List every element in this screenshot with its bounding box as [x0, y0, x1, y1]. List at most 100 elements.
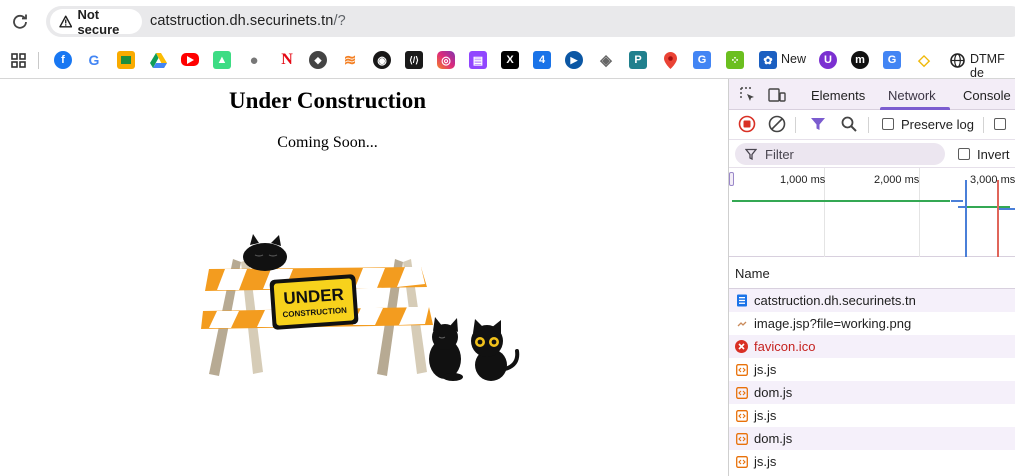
browser-toolbar: Not secure catstruction.dh.securinets.tn… — [0, 0, 1015, 42]
request-row[interactable]: favicon.ico — [729, 335, 1015, 358]
invert-label[interactable]: Invert — [977, 147, 1010, 162]
filter-placeholder: Filter — [765, 146, 794, 162]
youtube-icon[interactable] — [181, 53, 199, 66]
filter-funnel-icon[interactable] — [809, 115, 827, 133]
sitting-cat-left — [429, 317, 463, 381]
request-row[interactable]: dom.js — [729, 427, 1015, 450]
timeline-bar-document — [732, 200, 950, 202]
dice-icon[interactable]: ⁘ — [726, 51, 744, 69]
timeline-handle[interactable] — [729, 172, 734, 186]
request-name: js.js — [754, 362, 777, 377]
filter-row: Filter Invert — [729, 140, 1015, 168]
search-icon[interactable] — [840, 115, 858, 133]
request-row[interactable]: dom.js — [729, 381, 1015, 404]
request-row[interactable]: js.js — [729, 358, 1015, 381]
apple-icon[interactable]: ● — [245, 51, 263, 69]
web-page: Under Construction Coming Soon... UNDER … — [0, 79, 728, 476]
calendar-icon[interactable]: 4 — [533, 51, 551, 69]
request-name: favicon.ico — [754, 339, 816, 354]
load-event-marker — [997, 180, 999, 257]
request-list-header[interactable]: Name — [729, 257, 1015, 289]
x-icon[interactable]: X — [501, 51, 519, 69]
script-icon — [735, 386, 748, 399]
inspect-element-icon[interactable] — [739, 86, 757, 104]
codeforces-icon[interactable]: ⟨/⟩ — [405, 51, 423, 69]
timeline-bar-script-3 — [997, 208, 1015, 210]
bookmark-dtmf-label[interactable]: DTMF de — [970, 52, 1015, 80]
google-drive-icon[interactable] — [149, 51, 167, 69]
script-icon — [735, 409, 748, 422]
request-row[interactable]: image.jsp?file=working.png — [729, 312, 1015, 335]
network-toolbar: Preserve log — [729, 110, 1015, 140]
play-icon[interactable]: ▶ — [565, 51, 583, 69]
error-icon — [735, 340, 748, 353]
disable-cache-checkbox[interactable] — [994, 118, 1006, 130]
warning-icon — [59, 15, 73, 28]
toolbar-separator — [983, 117, 984, 133]
script-icon — [735, 455, 748, 468]
construction-illustration: UNDER CONSTRUCTION — [201, 234, 520, 381]
tab-network[interactable]: Network — [888, 88, 936, 103]
url-host: catstruction.dh.securinets.tn — [150, 13, 334, 29]
record-stop-icon[interactable] — [738, 115, 756, 133]
u-circle-icon[interactable]: U — [819, 51, 837, 69]
bookmark-new-label[interactable]: New — [781, 52, 806, 66]
request-name: catstruction.dh.securinets.tn — [754, 293, 916, 308]
network-timeline[interactable]: 1,000 ms 2,000 ms 3,000 ms — [729, 168, 1015, 257]
address-bar[interactable]: Not secure catstruction.dh.securinets.tn… — [46, 6, 1015, 37]
device-toolbar-icon[interactable] — [768, 86, 786, 104]
page-title: Under Construction — [228, 88, 426, 113]
reload-icon[interactable] — [9, 10, 31, 32]
preserve-log-label[interactable]: Preserve log — [901, 117, 974, 132]
image-request-icon — [735, 317, 748, 330]
binance-icon[interactable]: ◇ — [915, 51, 933, 69]
request-row[interactable]: catstruction.dh.securinets.tn — [729, 289, 1015, 312]
filter-input[interactable]: Filter — [735, 143, 945, 165]
google-icon[interactable]: G — [85, 51, 103, 69]
android-icon[interactable]: ▲ — [213, 51, 231, 69]
google-maps-icon[interactable] — [661, 51, 679, 69]
instagram-icon[interactable]: ◎ — [437, 51, 455, 69]
github-icon[interactable]: ◉ — [373, 51, 391, 69]
request-name: js.js — [754, 408, 777, 423]
toolbar-separator — [795, 117, 796, 133]
facebook-icon[interactable]: f — [54, 51, 72, 69]
perplexity-icon[interactable]: P — [629, 51, 647, 69]
script-icon — [735, 363, 748, 376]
timeline-tick-1: 1,000 ms — [780, 174, 826, 186]
dom-content-loaded-marker — [965, 180, 967, 257]
apps-grid-icon[interactable] — [9, 51, 27, 69]
google-classroom-icon[interactable] — [117, 51, 135, 69]
google-translate-icon-2[interactable]: G — [883, 51, 901, 69]
request-row[interactable]: js.js — [729, 404, 1015, 427]
security-chip[interactable]: Not secure — [50, 7, 142, 37]
google-translate-icon[interactable]: G — [693, 51, 711, 69]
globe-icon[interactable] — [948, 51, 966, 69]
pdf-icon[interactable]: ◈ — [597, 51, 615, 69]
request-name: js.js — [754, 454, 777, 469]
timeline-bar-image — [951, 200, 963, 202]
request-row[interactable]: js.js — [729, 450, 1015, 473]
devtools-panel: Elements Network Console Preserve log Fi… — [728, 79, 1015, 476]
m-circle-icon[interactable]: m — [851, 51, 869, 69]
filter-icon — [745, 148, 757, 160]
devtools-tab-bar: Elements Network Console — [729, 79, 1015, 110]
tab-elements[interactable]: Elements — [811, 88, 865, 103]
twitch-icon[interactable]: ▤ — [469, 51, 487, 69]
under-construction-sign: UNDER CONSTRUCTION — [269, 274, 359, 330]
name-column-header[interactable]: Name — [735, 266, 770, 281]
invert-checkbox[interactable] — [958, 148, 970, 160]
url-text[interactable]: catstruction.dh.securinets.tn/? — [150, 13, 346, 29]
clear-icon[interactable] — [768, 115, 786, 133]
request-list: catstruction.dh.securinets.tn image.jsp?… — [729, 289, 1015, 473]
timeline-tick-3: 3,000 ms — [970, 174, 1015, 186]
new-bookmark-icon[interactable]: ✿ — [759, 51, 777, 69]
stackoverflow-icon[interactable]: ≋ — [341, 51, 359, 69]
preserve-log-checkbox[interactable] — [882, 118, 894, 130]
bookmarks-bar: f G ▲ ● N ◆ ≋ ◉ ⟨/⟩ ◎ ▤ X 4 ▶ ◈ P G ⁘ ✿ … — [0, 42, 1015, 80]
request-name: dom.js — [754, 431, 793, 446]
tab-console[interactable]: Console — [963, 88, 1011, 103]
netflix-icon[interactable]: N — [278, 51, 296, 69]
hackthebox-icon[interactable]: ◆ — [309, 51, 327, 69]
request-name: image.jsp?file=working.png — [754, 316, 912, 331]
